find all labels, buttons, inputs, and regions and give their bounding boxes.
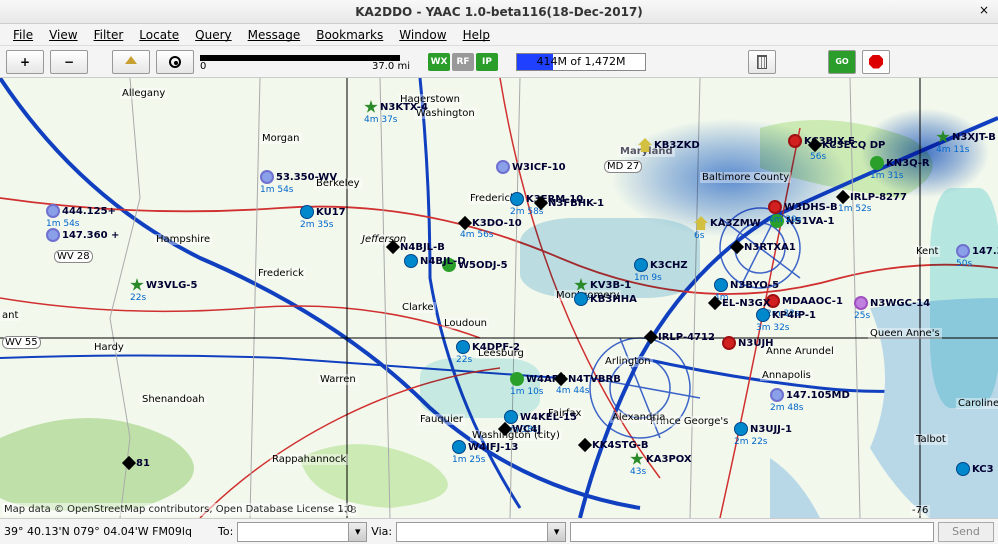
region-frederick: Frederick	[256, 268, 306, 279]
shield-wv55: WV 55	[2, 336, 41, 349]
shield-md27: MD 27	[604, 160, 642, 173]
city-hagerstown: Hagerstown	[398, 94, 462, 105]
map-svg	[0, 78, 998, 518]
region-frederick-md: Frederick	[468, 193, 518, 204]
menu-help[interactable]: Help	[456, 26, 497, 44]
statusbar: 39° 40.13'N 079° 04.04'W FM09lq To: ▾ Vi…	[0, 518, 998, 544]
menu-file[interactable]: File	[6, 26, 40, 44]
map-view[interactable]: Allegany Morgan Berkeley Hampshire Frede…	[0, 78, 998, 518]
stop-icon	[869, 55, 883, 69]
to-label: To:	[218, 525, 233, 538]
region-baltimore-county: Baltimore County	[700, 172, 791, 183]
region-loudoun: Loudoun	[442, 318, 489, 329]
region-fairfax: Fairfax	[546, 408, 583, 419]
city-alexandria: Alexandria	[610, 412, 667, 423]
menu-filter[interactable]: Filter	[87, 26, 131, 44]
region-hampshire: Hampshire	[154, 234, 212, 245]
city-arlington: Arlington	[603, 356, 653, 367]
rf-indicator[interactable]: RF	[452, 53, 474, 71]
region-kent: Kent	[914, 246, 940, 257]
wx-indicator[interactable]: WX	[428, 53, 450, 71]
region-fauquier: Fauquier	[418, 414, 465, 425]
map-attribution: Map data © OpenStreetMap contributors, O…	[2, 503, 355, 516]
menu-locate[interactable]: Locate	[132, 26, 186, 44]
via-label: Via:	[371, 525, 392, 538]
menu-bookmarks[interactable]: Bookmarks	[309, 26, 390, 44]
region-queenannes: Queen Anne's	[868, 328, 942, 339]
home-icon	[125, 56, 137, 64]
center-button[interactable]	[156, 50, 194, 74]
message-input[interactable]	[570, 522, 934, 542]
scale-bar: 0 37.0 mi	[200, 55, 410, 69]
region-berkeley: Berkeley	[314, 178, 362, 189]
menu-message[interactable]: Message	[241, 26, 308, 44]
region-washington: Washington	[414, 108, 477, 119]
region-talbot: Talbot	[914, 434, 948, 445]
titlebar: KA2DDO - YAAC 1.0-beta116(18-Dec-2017) ×	[0, 0, 998, 24]
go-button[interactable]: GO	[828, 50, 856, 74]
chevron-down-icon: ▾	[348, 523, 366, 541]
via-combo[interactable]: ▾	[396, 522, 566, 542]
region-rappahannock: Rappahannock	[270, 454, 348, 465]
trash-button[interactable]	[748, 50, 776, 74]
toolbar: + − 0 37.0 mi WX RF IP 414M of 1,472M GO	[0, 46, 998, 78]
region-anne-arundel: Anne Arundel	[764, 346, 836, 357]
city-leesburg: Leesburg	[476, 348, 526, 359]
region-shenandoah: Shenandoah	[140, 394, 207, 405]
memory-gauge[interactable]: 414M of 1,472M	[516, 53, 646, 71]
menu-window[interactable]: Window	[392, 26, 453, 44]
scale-left-label: 0	[200, 61, 206, 72]
region-warren: Warren	[318, 374, 358, 385]
menu-query[interactable]: Query	[188, 26, 238, 44]
region-hardy: Hardy	[92, 342, 126, 353]
to-combo[interactable]: ▾	[237, 522, 367, 542]
window-title: KA2DDO - YAAC 1.0-beta116(18-Dec-2017)	[355, 5, 643, 19]
region-montgomery: Montgomery	[554, 290, 621, 301]
region-caroline: Caroline	[956, 398, 998, 409]
lon-76: -76	[910, 505, 930, 516]
city-annapolis: Annapolis	[760, 370, 813, 381]
menu-view[interactable]: View	[42, 26, 84, 44]
chevron-down-icon: ▾	[547, 523, 565, 541]
region-jefferson: Jefferson	[360, 234, 408, 245]
ip-indicator[interactable]: IP	[476, 53, 498, 71]
stop-button[interactable]	[862, 50, 890, 74]
region-ant: ant	[0, 310, 20, 321]
menubar: File View Filter Locate Query Message Bo…	[0, 24, 998, 46]
trash-icon	[757, 55, 767, 69]
memory-text: 414M of 1,472M	[517, 54, 645, 70]
region-clarke: Clarke	[400, 302, 436, 313]
send-button[interactable]: Send	[938, 522, 994, 542]
scale-right-label: 37.0 mi	[372, 61, 410, 72]
close-icon[interactable]: ×	[976, 3, 992, 19]
home-button[interactable]	[112, 50, 150, 74]
coords-readout: 39° 40.13'N 079° 04.04'W FM09lq	[4, 525, 214, 538]
shield-wv28: WV 28	[54, 250, 93, 263]
region-allegany: Allegany	[120, 88, 167, 99]
target-icon	[169, 56, 181, 68]
port-indicators: WX RF IP	[428, 53, 498, 71]
zoom-in-button[interactable]: +	[6, 50, 44, 74]
city-washington: Washington (city)	[470, 430, 562, 441]
region-morgan: Morgan	[260, 133, 302, 144]
zoom-out-button[interactable]: −	[50, 50, 88, 74]
region-maryland: Maryland	[618, 146, 675, 157]
